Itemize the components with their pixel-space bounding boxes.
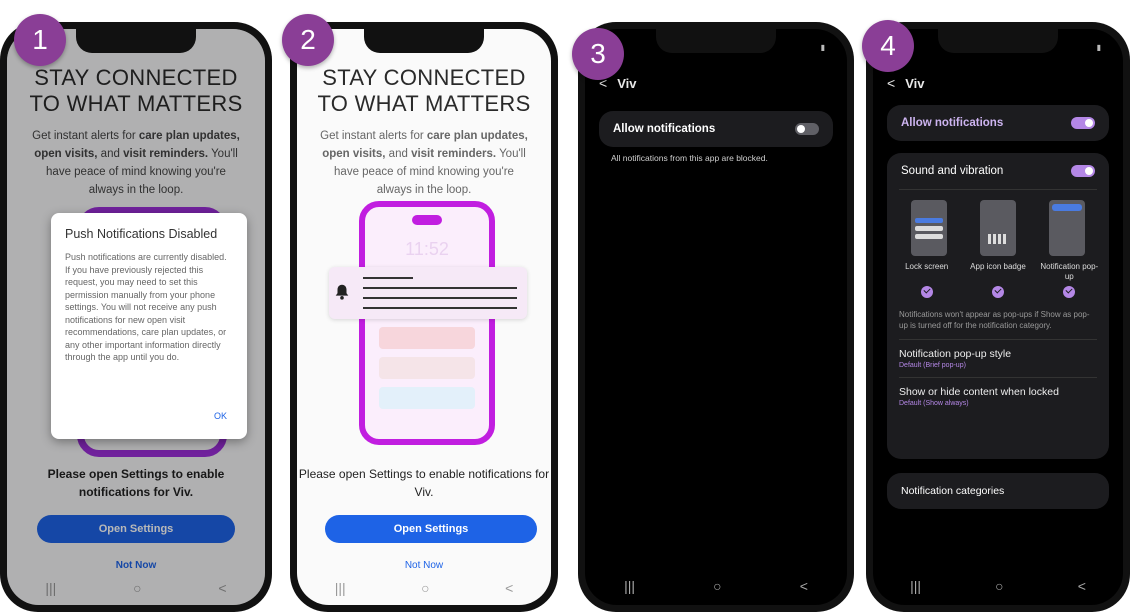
back-icon[interactable]: <	[1078, 578, 1086, 594]
home-icon[interactable]: ○	[713, 578, 721, 594]
screen-enable-prompt: STAY CONNECTED TO WHAT MATTERS Get insta…	[297, 29, 551, 605]
desc-bold: visit reminders.	[411, 148, 497, 160]
system-nav-bar: ||| ○ <	[297, 577, 551, 599]
recents-icon[interactable]: |||	[335, 580, 346, 596]
notification-popup-label: Notification pop-up	[1040, 262, 1099, 281]
recents-icon[interactable]: |||	[624, 578, 635, 594]
notification-popup-check-icon[interactable]	[1063, 286, 1076, 298]
phone-illustration: 11:52	[359, 201, 495, 445]
system-nav-bar: ||| ○ <	[873, 575, 1123, 597]
sound-vibration-row[interactable]: Sound and vibration	[887, 153, 1109, 189]
screen-permission-dialog: STAY CONNECTED TO WHAT MATTERS Get insta…	[7, 29, 265, 605]
show-hide-setting[interactable]: Show or hide content when locked Default…	[887, 378, 1109, 415]
phone-step-2: STAY CONNECTED TO WHAT MATTERS Get insta…	[290, 22, 558, 612]
lock-screen-label: Lock screen	[905, 262, 949, 271]
notification-type-thumbnails	[887, 190, 1109, 256]
phone-step-4: ▮ < Viv Allow notifications Sound and vib…	[866, 22, 1130, 612]
dialog-ok-button[interactable]: OK	[214, 411, 227, 421]
headline: STAY CONNECTED TO WHAT MATTERS	[297, 65, 551, 117]
notification-popup-thumbnail[interactable]	[1048, 200, 1085, 256]
push-disabled-dialog: Push Notifications Disabled Push notific…	[51, 213, 247, 439]
thumbnail-labels: Lock screen App icon badge Notification …	[887, 256, 1109, 282]
blocked-message: All notifications from this app are bloc…	[611, 153, 768, 163]
bell-icon	[335, 284, 349, 300]
allow-notifications-label: Allow notifications	[901, 117, 1004, 129]
step-badge-4: 4	[862, 20, 914, 72]
illustration-card	[379, 357, 475, 379]
phone-notch	[938, 29, 1058, 53]
allow-notifications-card: Allow notifications	[887, 105, 1109, 141]
step-badge-3: 3	[572, 28, 624, 80]
popup-style-label: Notification pop-up style	[899, 348, 1012, 360]
onboarding-steps: 1 2 3 4 STAY CONNECTED TO WHAT MATTERS G…	[0, 0, 1130, 613]
categories-card: Notification categories	[887, 473, 1109, 509]
phone-notch	[76, 29, 196, 53]
banner-line	[363, 277, 413, 279]
illustration-card	[379, 327, 475, 349]
thumbnail-checks	[887, 282, 1109, 302]
app-icon-badge-check-icon[interactable]	[991, 286, 1004, 298]
screen-notifications-blocked: ▮ < Viv Allow notifications All notificat…	[585, 29, 847, 605]
back-icon[interactable]: <	[800, 578, 808, 594]
step-badge-1: 1	[14, 14, 66, 66]
illustration-notification-banner	[329, 267, 527, 319]
notification-categories-row[interactable]: Notification categories	[887, 473, 1109, 509]
phone-step-1: STAY CONNECTED TO WHAT MATTERS Get insta…	[0, 22, 272, 612]
allow-notifications-label: Allow notifications	[613, 123, 716, 135]
illustration-card	[379, 387, 475, 409]
step-badge-2: 2	[282, 14, 334, 66]
allow-notifications-toggle[interactable]	[795, 123, 819, 135]
battery-icon: ▮	[820, 43, 825, 52]
app-title: Viv	[905, 76, 925, 91]
notification-categories-label: Notification categories	[901, 485, 1005, 497]
enable-settings-text: Please open Settings to enable notificat…	[298, 467, 550, 499]
headline-line-2: TO WHAT MATTERS	[317, 91, 531, 116]
lock-screen-check-icon[interactable]	[920, 286, 933, 298]
allow-notifications-row[interactable]: Allow notifications	[887, 105, 1109, 141]
screen-notifications-enabled: ▮ < Viv Allow notifications Sound and vib…	[873, 29, 1123, 605]
show-hide-value: Default (Show always)	[899, 400, 969, 407]
headline-line-1: STAY CONNECTED	[322, 65, 526, 90]
desc-text: and	[385, 148, 412, 160]
dialog-body: Push notifications are currently disable…	[65, 252, 227, 362]
banner-line	[363, 287, 517, 289]
phone-notch	[656, 29, 776, 53]
dialog-title: Push Notifications Disabled	[65, 227, 218, 241]
chevron-left-icon[interactable]: <	[887, 75, 895, 91]
phone-step-3: ▮ < Viv Allow notifications All notificat…	[578, 22, 854, 612]
allow-notifications-card: Allow notifications	[599, 111, 833, 147]
battery-icon: ▮	[1096, 43, 1101, 52]
recents-icon[interactable]: |||	[910, 578, 921, 594]
notification-settings-card: Sound and vibration Lock screen App icon…	[887, 153, 1109, 459]
app-icon-badge-thumbnail[interactable]	[979, 200, 1016, 256]
app-header: < Viv	[887, 75, 924, 91]
home-icon[interactable]: ○	[421, 580, 429, 596]
popup-style-setting[interactable]: Notification pop-up style Default (Brief…	[887, 340, 1109, 377]
app-icon-badge-label: App icon badge	[970, 262, 1026, 271]
system-nav-bar: ||| ○ <	[585, 575, 847, 597]
illustration-pill	[412, 215, 442, 225]
open-settings-button[interactable]: Open Settings	[325, 515, 537, 543]
desc-text: Get instant alerts for	[320, 130, 427, 142]
illustration-time: 11:52	[405, 239, 449, 259]
popup-hint: Notifications won't appear as pop-ups if…	[899, 310, 1090, 330]
popup-style-value: Default (Brief pop-up)	[899, 362, 966, 369]
home-icon[interactable]: ○	[995, 578, 1003, 594]
banner-line	[363, 297, 517, 299]
sound-vibration-label: Sound and vibration	[901, 165, 1004, 177]
lock-screen-thumbnail[interactable]	[911, 200, 948, 256]
show-hide-label: Show or hide content when locked	[899, 386, 1059, 398]
app-title: Viv	[617, 76, 637, 91]
allow-notifications-toggle[interactable]	[1071, 117, 1095, 129]
phone-notch	[364, 29, 484, 53]
not-now-link[interactable]: Not Now	[297, 560, 551, 571]
description: Get instant alerts for care plan updates…	[317, 127, 531, 199]
allow-notifications-row[interactable]: Allow notifications	[599, 111, 833, 147]
banner-line	[363, 307, 517, 309]
back-icon[interactable]: <	[505, 580, 513, 596]
sound-vibration-toggle[interactable]	[1071, 165, 1095, 177]
